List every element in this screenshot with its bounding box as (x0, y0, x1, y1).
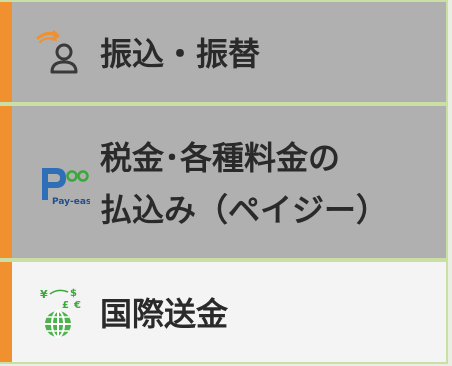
menu-item-label: 国際送金 (100, 295, 229, 333)
menu-item-label: 振込・振替 (100, 35, 261, 73)
svg-text:$: $ (70, 288, 77, 299)
person-transfer-icon (34, 26, 90, 82)
accent-bar (0, 106, 12, 258)
menu-item-international-remittance[interactable]: ¥ $ £ € 国際送金 (0, 260, 448, 364)
menu-item-label-line2: 払込み（ペイジー） (100, 191, 389, 229)
svg-text:£: £ (62, 300, 69, 311)
accent-bar (0, 262, 12, 362)
svg-text:¥: ¥ (40, 288, 48, 301)
pay-easy-icon: Pay-easy (34, 156, 90, 212)
accent-bar (0, 2, 12, 102)
globe-currency-icon: ¥ $ £ € (34, 286, 90, 342)
menu-item-transfer[interactable]: 振込・振替 (0, 0, 448, 104)
service-menu: 振込・振替 Pay-easy 税金･各種料金の 払込み（ペイジー） ¥ (0, 0, 452, 366)
pay-easy-logo-text: Pay-easy (52, 197, 90, 207)
menu-item-label-line1: 税金･各種料金の (100, 139, 341, 177)
svg-text:€: € (73, 300, 81, 311)
menu-item-pay-easy[interactable]: Pay-easy 税金･各種料金の 払込み（ペイジー） (0, 104, 448, 260)
